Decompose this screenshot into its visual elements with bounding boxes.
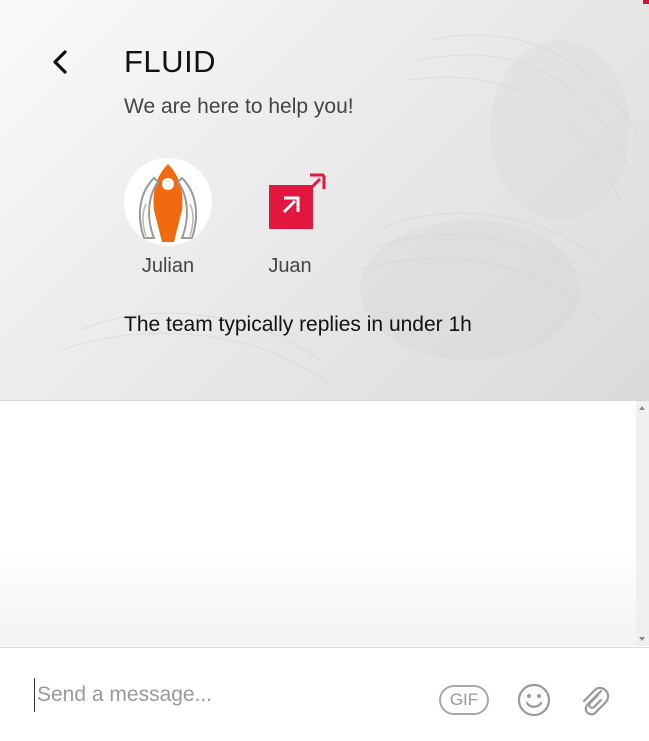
agent-name: Juan — [268, 255, 312, 277]
gif-button[interactable]: GIF — [439, 685, 489, 715]
agent-name: Julian — [141, 255, 195, 277]
avatar — [124, 158, 212, 246]
scroll-down-arrow-icon[interactable] — [639, 637, 645, 641]
paperclip-icon — [582, 686, 610, 716]
message-list[interactable] — [0, 401, 636, 646]
red-arrow-logo-icon — [269, 173, 326, 229]
team-subtitle: We are here to help you! — [124, 95, 354, 118]
reply-time-text: The team typically replies in under 1h — [124, 313, 472, 336]
message-list-scrollbar[interactable] — [636, 401, 649, 646]
message-input[interactable] — [34, 678, 417, 712]
rocket-icon — [138, 164, 198, 242]
smiley-icon — [517, 683, 551, 717]
team-title: FLUID — [124, 44, 217, 79]
agent-julian: Julian — [118, 158, 218, 278]
chevron-left-icon — [53, 50, 67, 74]
chat-header: FLUID We are here to help you! Julian Ju… — [0, 0, 649, 401]
corner-accent — [643, 0, 649, 4]
back-button[interactable] — [44, 44, 76, 80]
attach-button[interactable] — [577, 682, 611, 718]
agent-juan: Juan — [240, 158, 340, 278]
scroll-up-arrow-icon[interactable] — [639, 406, 645, 410]
avatar — [246, 158, 334, 246]
emoji-button[interactable] — [516, 682, 552, 718]
